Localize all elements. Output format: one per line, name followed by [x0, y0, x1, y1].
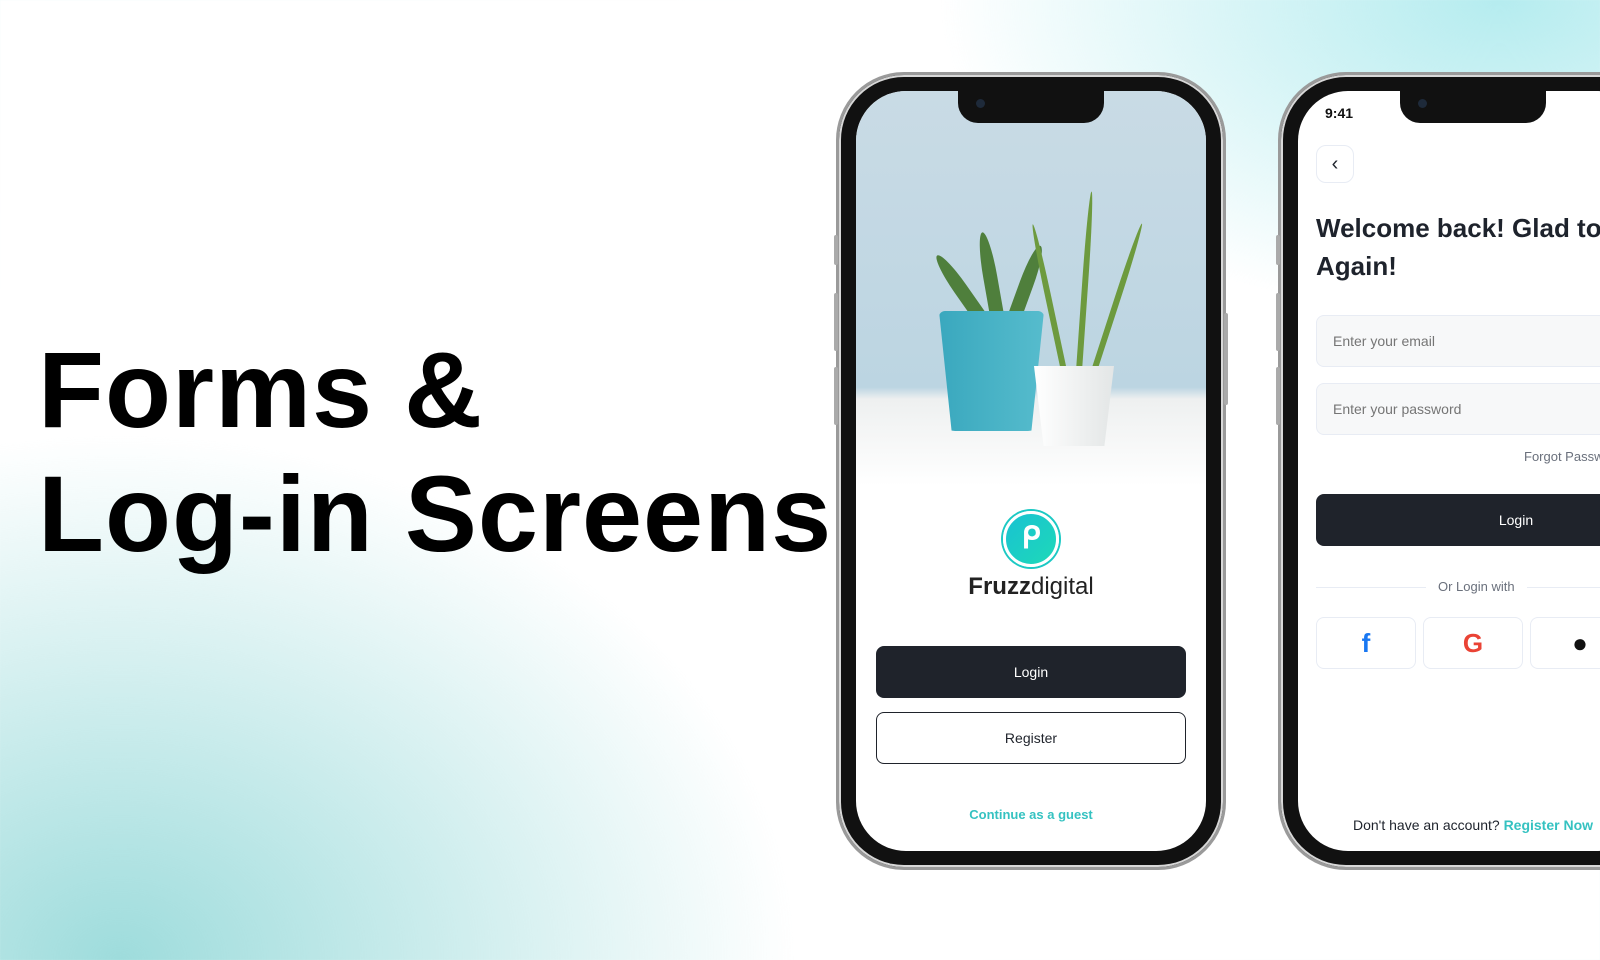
apple-icon: ● [1572, 627, 1588, 658]
headline-line-1: Forms & [38, 329, 484, 450]
headline-line-2: Log-in Screens [38, 453, 833, 574]
password-input[interactable] [1316, 383, 1600, 435]
continue-as-guest-link[interactable]: Continue as a guest [856, 807, 1206, 822]
headline: Forms & Log-in Screens [38, 328, 832, 576]
register-button[interactable]: Register [876, 712, 1186, 764]
google-icon: G [1462, 627, 1484, 658]
fruzzdigital-logo: ᑭ [1003, 511, 1059, 567]
forgot-password-link[interactable]: Forgot Password? [1524, 449, 1600, 464]
facebook-login-button[interactable]: f [1316, 617, 1416, 669]
google-login-button[interactable]: G [1423, 617, 1523, 669]
camera-icon [976, 99, 985, 108]
chevron-left-icon: ‹ [1331, 153, 1339, 175]
or-login-with-label: Or Login with [1426, 579, 1527, 594]
login-button[interactable]: Login [876, 646, 1186, 698]
plant-photo [856, 91, 1206, 486]
email-input[interactable] [1316, 315, 1600, 367]
status-time: 9:41 [1325, 105, 1354, 121]
signup-prompt: Don't have an account? Register Now [1353, 817, 1594, 833]
phone-welcome: ᑭ Fruzzdigital Login Register Continue a… [834, 72, 1228, 870]
welcome-title: Welcome back! Glad to see you, Again! [1316, 213, 1600, 281]
welcome-screen: ᑭ Fruzzdigital Login Register Continue a… [856, 91, 1206, 851]
login-submit-button[interactable]: Login [1316, 494, 1600, 546]
facebook-icon: f [1361, 627, 1371, 658]
register-now-link[interactable]: Register Now [1504, 817, 1593, 833]
login-screen: 9:41 ‹ Welcome back! Glad to see you, Ag… [1298, 91, 1600, 851]
back-button[interactable]: ‹ [1316, 145, 1354, 183]
apple-login-button[interactable]: ● [1530, 617, 1600, 669]
phone-login: 9:41 ‹ Welcome back! Glad to see you, Ag… [1276, 72, 1600, 870]
brand-name: Fruzzdigital [968, 573, 1094, 600]
